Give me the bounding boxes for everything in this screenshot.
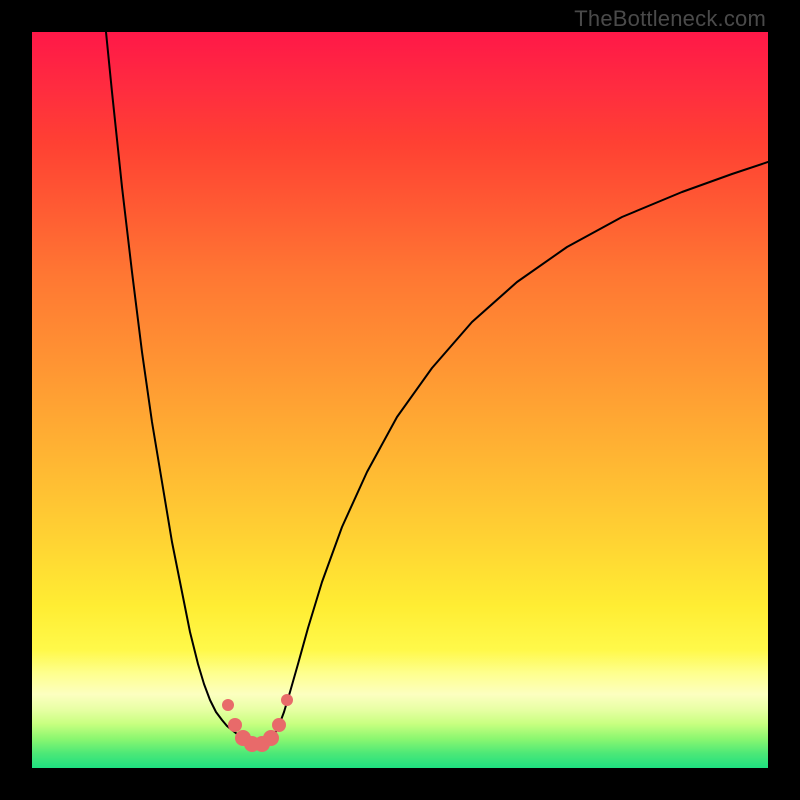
- attribution-label: TheBottleneck.com: [574, 6, 766, 32]
- chart-frame: TheBottleneck.com: [0, 0, 800, 800]
- trough-markers: [222, 694, 293, 752]
- bottleneck-curve: [32, 32, 768, 768]
- plot-area: [32, 32, 768, 768]
- curve-path: [106, 32, 768, 745]
